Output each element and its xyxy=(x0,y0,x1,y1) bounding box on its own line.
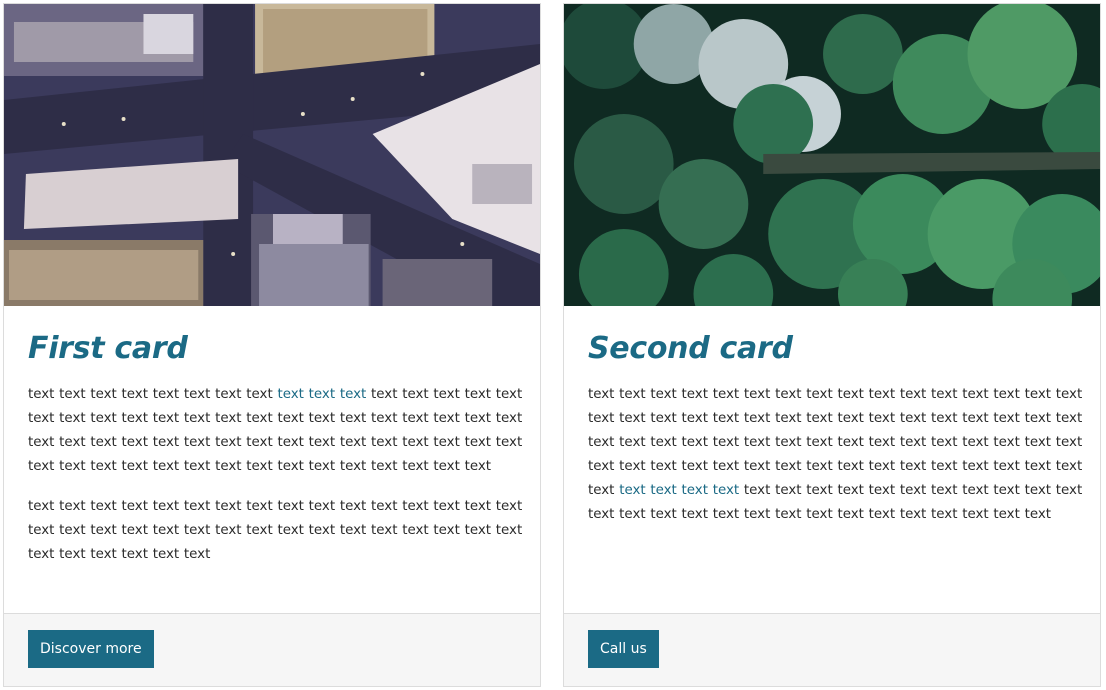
card-footer: Call us xyxy=(564,613,1100,686)
card-title: Second card xyxy=(588,331,793,366)
inline-link[interactable]: text text text xyxy=(277,387,366,402)
card-title: First card xyxy=(28,331,188,366)
card-first: First card text text text text text text… xyxy=(3,3,541,687)
card-image-city xyxy=(4,4,540,306)
call-us-button[interactable]: Call us xyxy=(588,630,659,668)
forest-aerial-image xyxy=(564,4,1100,306)
city-aerial-image xyxy=(4,4,540,306)
card-paragraph: text text text text text text text text … xyxy=(588,383,1084,527)
card-body: First card text text text text text text… xyxy=(28,306,524,567)
card-grid: First card text text text text text text… xyxy=(0,0,1106,690)
card-body: Second card text text text text text tex… xyxy=(588,306,1084,527)
discover-more-button[interactable]: Discover more xyxy=(28,630,154,668)
inline-link[interactable]: text text text text xyxy=(619,483,739,498)
card-paragraph: text text text text text text text text … xyxy=(28,495,524,567)
card-image-forest xyxy=(564,4,1100,306)
paragraph-text: text text text text text text text text … xyxy=(28,499,523,562)
paragraph-text: text text text text text text text text xyxy=(28,387,278,402)
card-footer: Discover more xyxy=(4,613,540,686)
card-second: Second card text text text text text tex… xyxy=(563,3,1101,687)
paragraph-text: text text text text text text text text … xyxy=(588,387,1083,498)
card-paragraph: text text text text text text text text … xyxy=(28,383,524,479)
